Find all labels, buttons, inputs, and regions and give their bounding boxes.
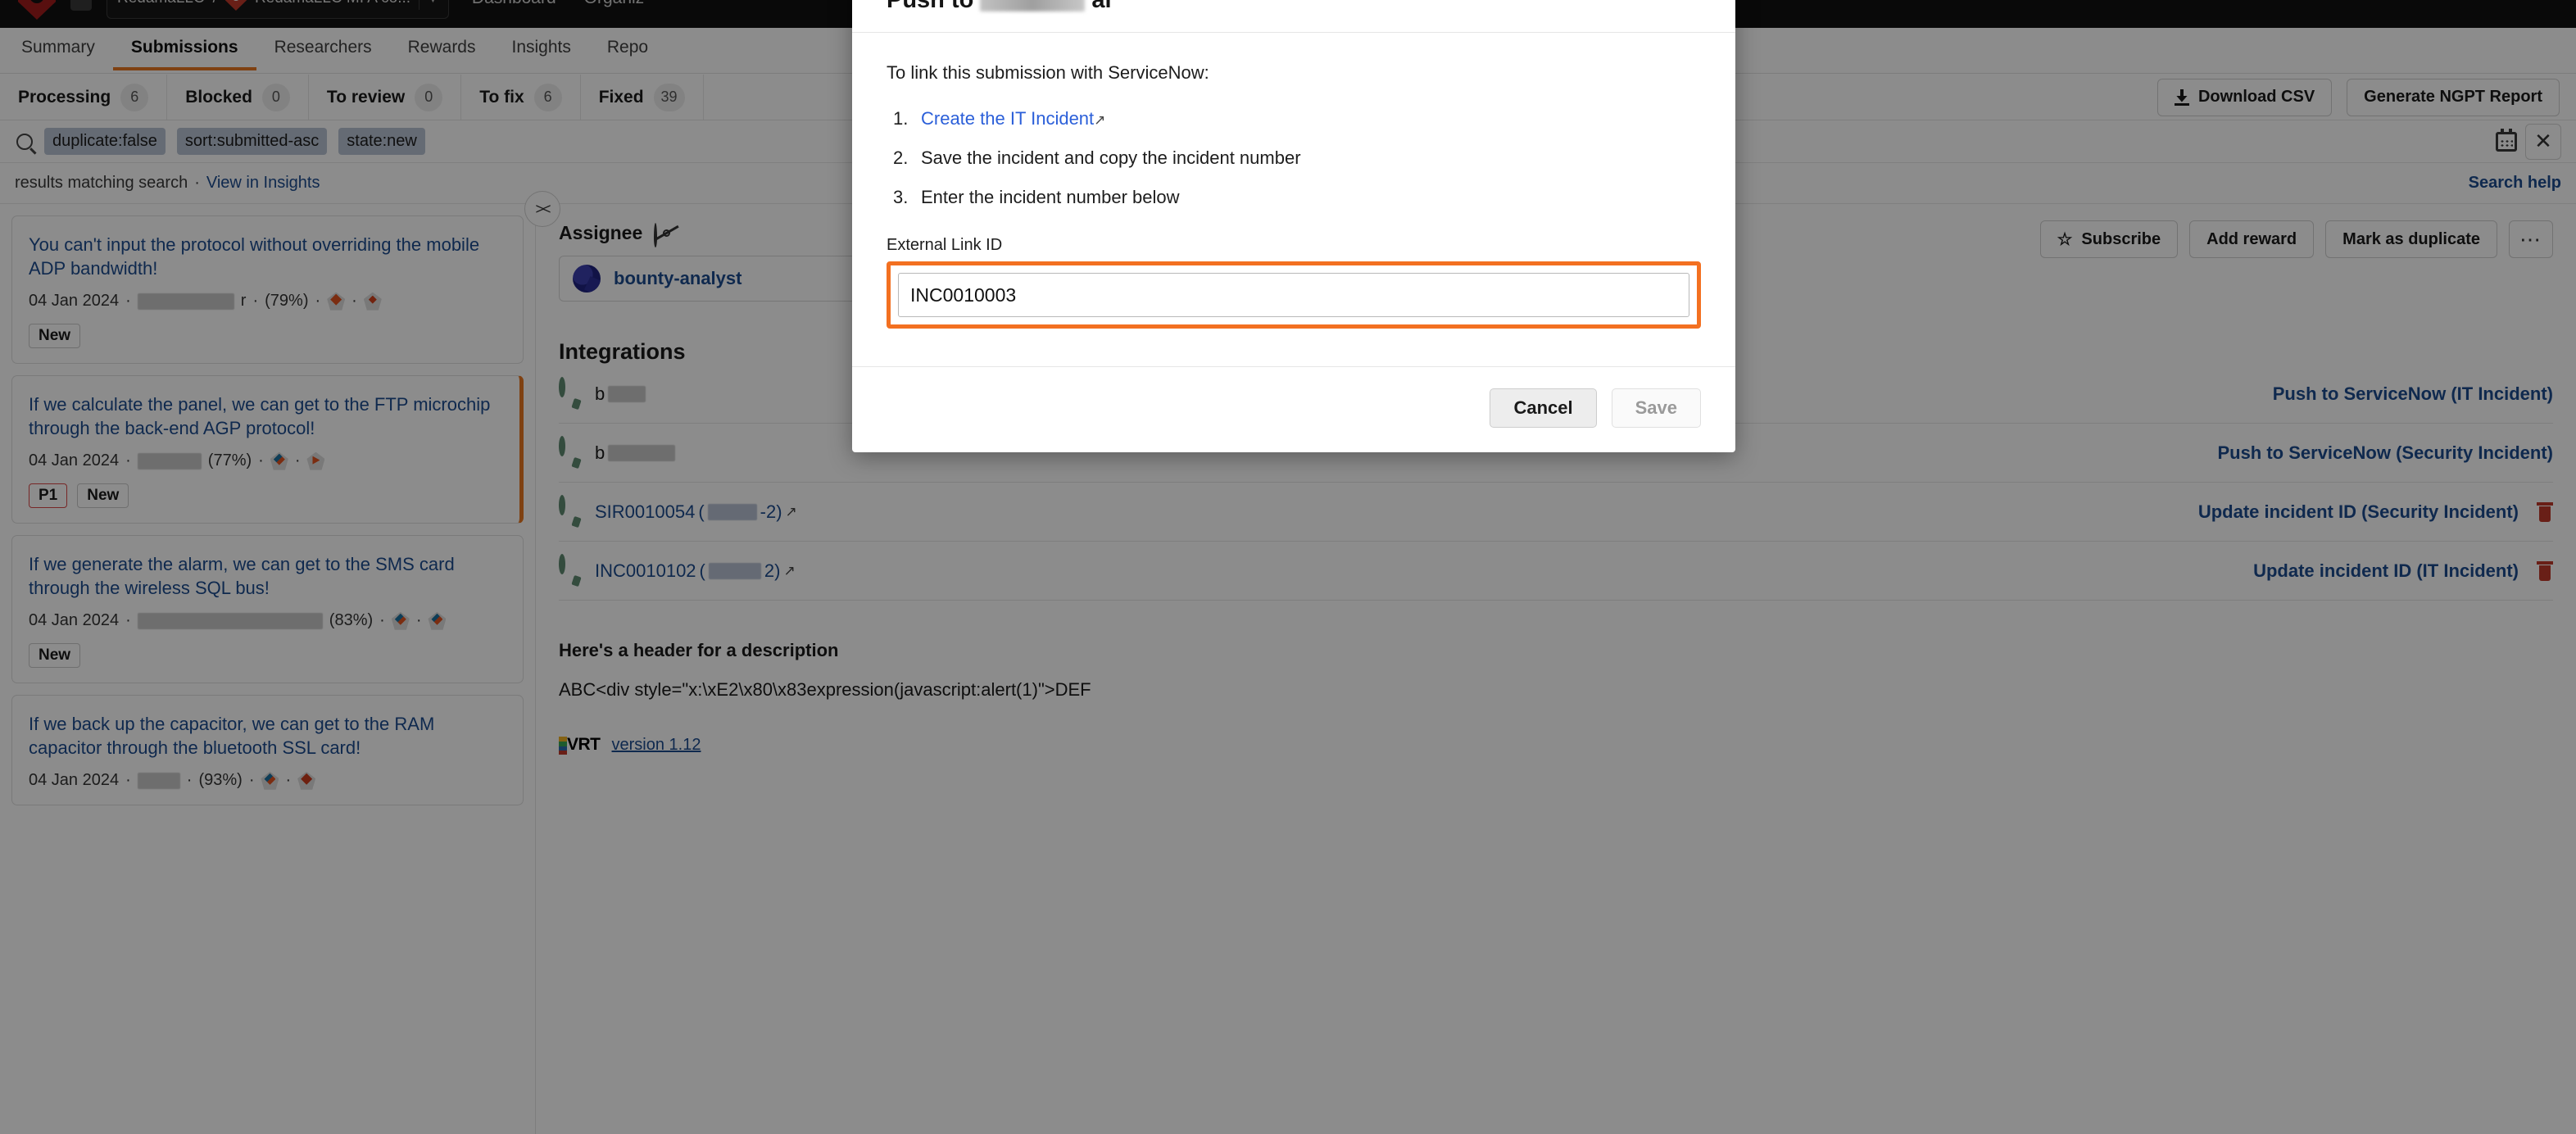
push-to-servicenow-modal: Push to al To link this submission with … — [852, 0, 1735, 452]
step-text: Enter the incident number below — [921, 187, 1180, 207]
modal-step: 1. Create the IT Incident↗ — [893, 108, 1701, 129]
step-number: 2. — [893, 147, 909, 168]
step-number: 1. — [893, 108, 909, 129]
modal-footer: Cancel Save — [852, 366, 1735, 452]
redacted-integration-name — [980, 0, 1086, 11]
modal-steps: 1. Create the IT Incident↗ 2. Save the i… — [893, 108, 1701, 208]
modal-body: To link this submission with ServiceNow:… — [852, 33, 1735, 337]
save-button[interactable]: Save — [1611, 388, 1701, 428]
modal-title: Push to al — [887, 0, 1112, 14]
modal-lead-text: To link this submission with ServiceNow: — [887, 62, 1209, 83]
modal-title-suffix: al — [1091, 0, 1112, 13]
modal-header: Push to al — [852, 0, 1735, 33]
step-text: Save the incident and copy the incident … — [921, 147, 1301, 168]
external-link-id-label: External Link ID — [887, 236, 1003, 254]
create-it-incident-link[interactable]: Create the IT Incident — [921, 108, 1094, 129]
external-link-id-input[interactable] — [898, 273, 1689, 317]
external-link-icon: ↗ — [1094, 112, 1106, 128]
modal-title-prefix: Push to — [887, 0, 974, 13]
step-text: Create the IT Incident↗ — [921, 108, 1105, 129]
modal-step: 2. Save the incident and copy the incide… — [893, 147, 1701, 169]
external-link-id-highlight — [887, 261, 1701, 329]
modal-step: 3. Enter the incident number below — [893, 187, 1701, 208]
step-number: 3. — [893, 187, 909, 207]
cancel-button[interactable]: Cancel — [1490, 388, 1597, 428]
